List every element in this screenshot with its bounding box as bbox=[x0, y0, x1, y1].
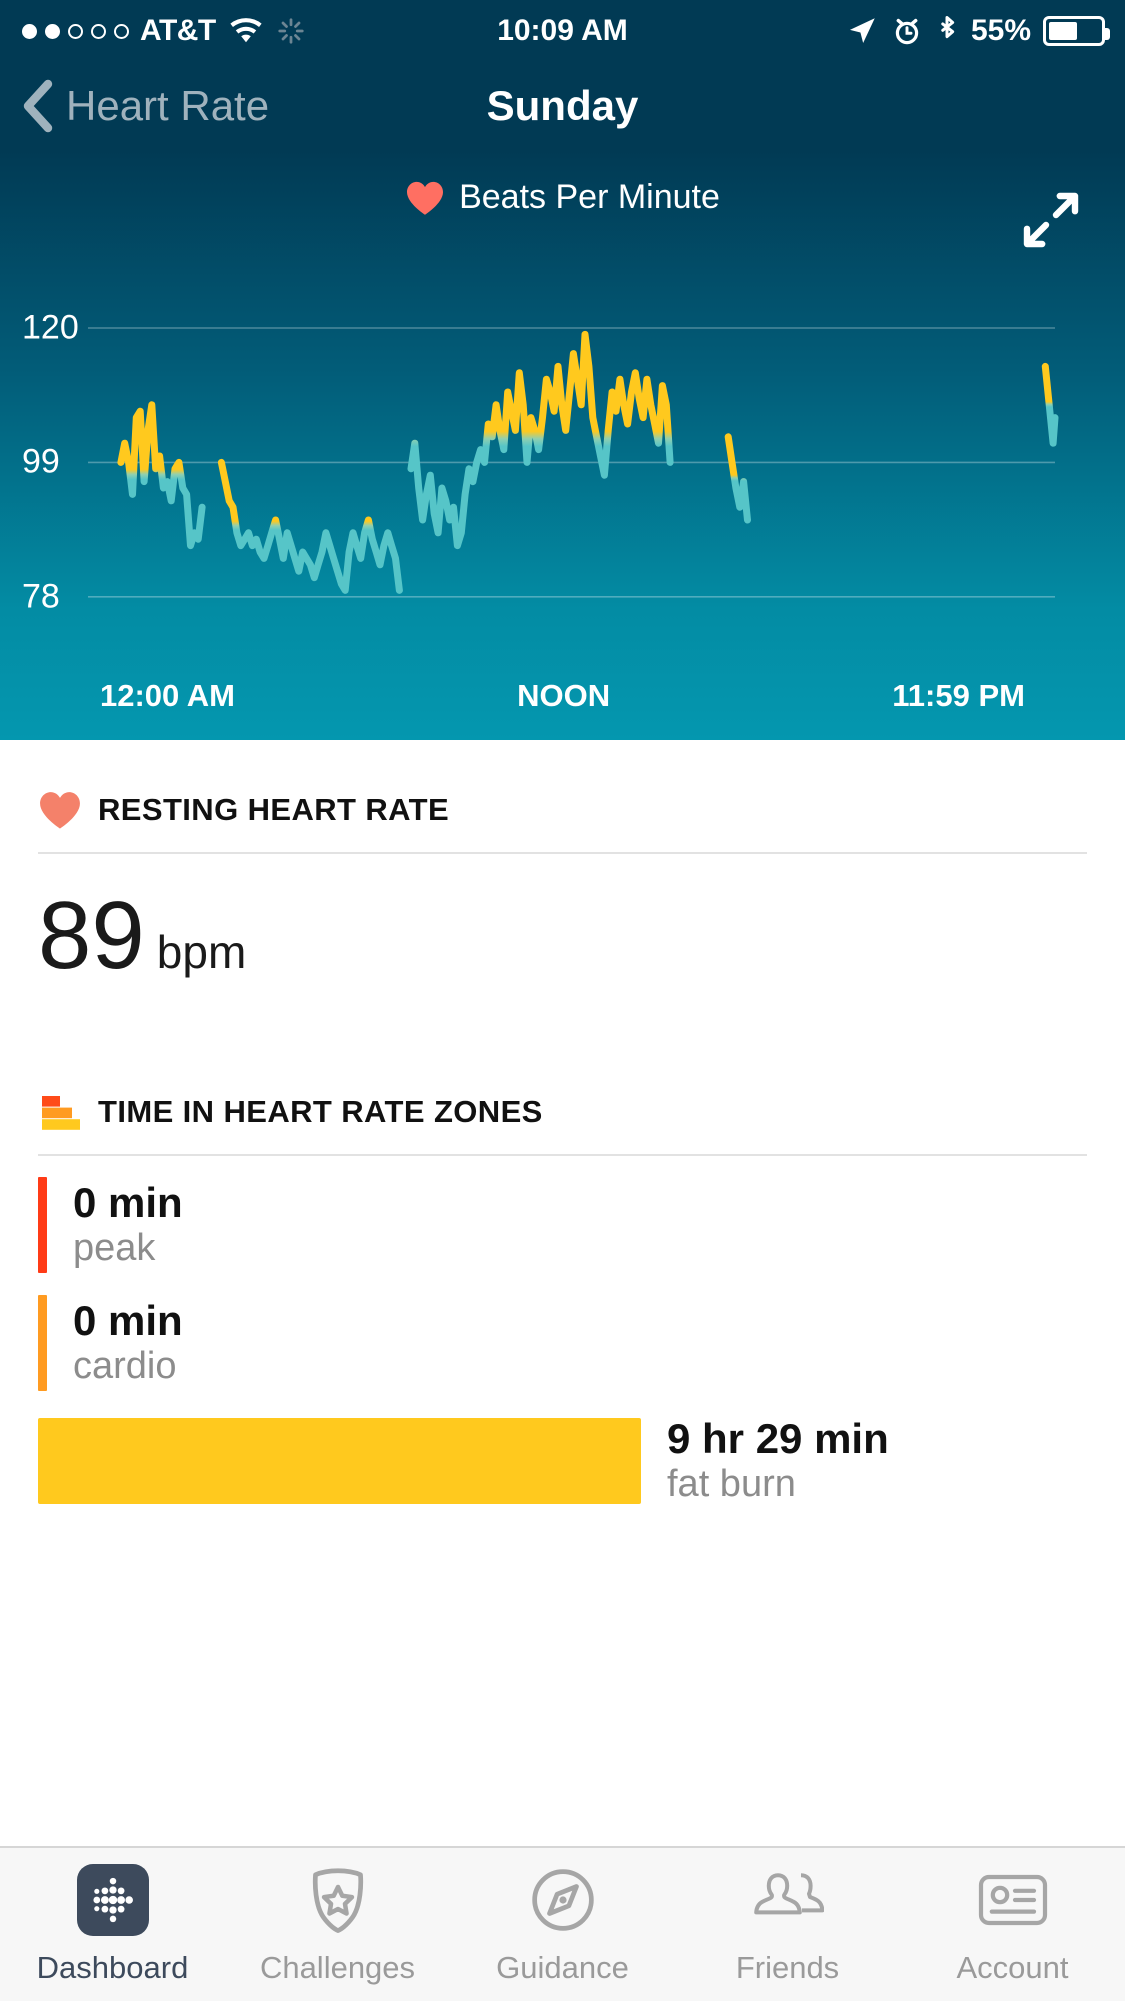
tab-friends[interactable]: Friends bbox=[675, 1848, 900, 2001]
bottom-tab-bar: Dashboard Challenges Guidance Friends bbox=[0, 1846, 1125, 2001]
tab-dashboard[interactable]: Dashboard bbox=[0, 1848, 225, 2001]
zone-row: 9 hr 29 minfat burn bbox=[38, 1402, 1087, 1520]
zone-amount: 0 min bbox=[73, 1179, 183, 1227]
heart-rate-zones-title: TIME IN HEART RATE ZONES bbox=[98, 1094, 543, 1130]
zone-name: cardio bbox=[73, 1345, 183, 1389]
chart-y-tick-label: 120 bbox=[22, 309, 79, 348]
status-bar: AT&T 10:09 AM 55% bbox=[0, 0, 1125, 62]
expand-chart-button[interactable] bbox=[1019, 188, 1083, 252]
battery-percentage: 55% bbox=[971, 14, 1031, 48]
wifi-icon bbox=[227, 16, 265, 46]
chart-x-axis: 12:00 AM NOON 11:59 PM bbox=[0, 678, 1125, 714]
resting-heart-rate-section: RESTING HEART RATE 89 bpm bbox=[0, 740, 1125, 984]
activity-spinner-icon bbox=[276, 16, 306, 46]
resting-heart-rate-title: RESTING HEART RATE bbox=[98, 792, 449, 828]
zone-text: 9 hr 29 minfat burn bbox=[667, 1415, 889, 1507]
resting-heart-rate-unit: bpm bbox=[157, 925, 246, 979]
tab-label-account: Account bbox=[956, 1950, 1068, 1986]
id-card-icon bbox=[977, 1864, 1049, 1936]
status-bar-left: AT&T bbox=[0, 14, 306, 48]
xtick-end: 11:59 PM bbox=[892, 678, 1025, 714]
xtick-start: 12:00 AM bbox=[100, 678, 235, 714]
zone-amount: 0 min bbox=[73, 1297, 183, 1345]
heart-icon bbox=[405, 180, 445, 216]
heart-rate-chart-card[interactable]: Beats Per Minute 120 99 78 12:00 AM bbox=[0, 150, 1125, 740]
chart-y-tick-label: 99 bbox=[22, 443, 60, 482]
location-arrow-icon bbox=[845, 14, 879, 48]
compass-icon bbox=[527, 1864, 599, 1936]
signal-strength-dots bbox=[22, 24, 129, 39]
heart-icon bbox=[38, 790, 82, 830]
zone-amount: 9 hr 29 min bbox=[667, 1415, 889, 1463]
navigation-bar: Heart Rate Sunday bbox=[0, 62, 1125, 150]
xtick-middle: NOON bbox=[517, 678, 610, 714]
tab-account[interactable]: Account bbox=[900, 1848, 1125, 2001]
resting-heart-rate-value: 89 bbox=[38, 888, 145, 984]
tab-label-challenges: Challenges bbox=[260, 1950, 415, 1986]
tab-label-guidance: Guidance bbox=[496, 1950, 629, 1986]
heart-rate-plot[interactable]: 120 99 78 bbox=[0, 270, 1125, 680]
heart-rate-zones-section: TIME IN HEART RATE ZONES 0 minpeak0 minc… bbox=[0, 984, 1125, 1520]
heart-rate-zones-list: 0 minpeak0 mincardio9 hr 29 minfat burn bbox=[38, 1156, 1087, 1520]
tab-label-friends: Friends bbox=[736, 1950, 839, 1986]
back-button[interactable]: Heart Rate bbox=[0, 78, 269, 134]
chart-y-tick-label: 78 bbox=[22, 577, 60, 616]
fitbit-logo-icon bbox=[77, 1864, 149, 1936]
status-bar-right: 55% bbox=[845, 0, 1105, 62]
zone-row: 0 minpeak bbox=[38, 1166, 1087, 1284]
heart-rate-zones-header: TIME IN HEART RATE ZONES bbox=[38, 1070, 1087, 1156]
resting-heart-rate-header: RESTING HEART RATE bbox=[38, 768, 1087, 854]
tab-label-dashboard: Dashboard bbox=[37, 1950, 189, 1986]
zone-text: 0 mincardio bbox=[73, 1297, 183, 1389]
expand-arrows-icon bbox=[1019, 188, 1083, 252]
tab-guidance[interactable]: Guidance bbox=[450, 1848, 675, 2001]
zone-name: fat burn bbox=[667, 1463, 889, 1507]
alarm-clock-icon bbox=[891, 15, 923, 47]
heart-rate-line-chart bbox=[0, 270, 1125, 680]
battery-icon bbox=[1043, 16, 1105, 46]
chart-title: Beats Per Minute bbox=[459, 178, 720, 217]
shield-star-icon bbox=[302, 1864, 374, 1936]
zone-bar-peak bbox=[38, 1177, 47, 1273]
chart-header: Beats Per Minute bbox=[0, 150, 1125, 217]
zone-bar-cardio bbox=[38, 1295, 47, 1391]
bluetooth-icon bbox=[935, 14, 959, 48]
two-people-icon bbox=[752, 1864, 824, 1936]
zone-name: peak bbox=[73, 1227, 183, 1271]
zone-bar-fat-burn bbox=[38, 1418, 641, 1504]
zone-text: 0 minpeak bbox=[73, 1179, 183, 1271]
chevron-left-icon bbox=[18, 78, 58, 134]
resting-heart-rate-value-row: 89 bpm bbox=[38, 854, 1087, 984]
back-button-label: Heart Rate bbox=[66, 82, 269, 130]
bar-chart-icon bbox=[38, 1090, 82, 1134]
tab-challenges[interactable]: Challenges bbox=[225, 1848, 450, 2001]
carrier-label: AT&T bbox=[140, 14, 216, 48]
zone-row: 0 mincardio bbox=[38, 1284, 1087, 1402]
